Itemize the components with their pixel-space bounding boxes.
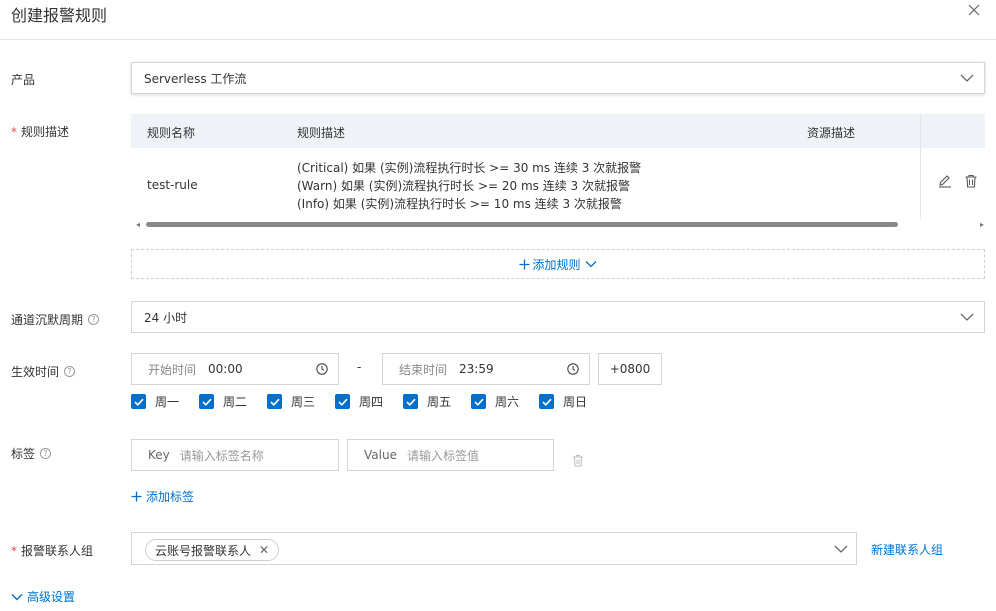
contact-chip: 云账号报警联系人 ✕ — [145, 539, 280, 561]
horizontal-scrollbar[interactable]: ◂ ▸ — [136, 220, 984, 229]
rule-name-cell: test-rule — [147, 178, 198, 192]
add-tag-label: 添加标签 — [146, 490, 195, 504]
checkbox-label: 周日 — [563, 395, 588, 409]
scroll-right-icon[interactable]: ▸ — [980, 220, 984, 229]
product-label: 产品 — [11, 73, 36, 87]
plus-icon — [131, 491, 142, 502]
effective-label: 生效时间 ? — [11, 363, 76, 380]
contacts-label: * 报警联系人组 — [11, 543, 94, 559]
dialog-header: 创建报警规则 — [0, 0, 996, 40]
checkbox-tuesday[interactable]: 周二 — [199, 393, 247, 410]
checkbox-checked-icon — [199, 394, 214, 409]
timezone-value: +0800 — [609, 362, 651, 376]
delete-tag-icon[interactable] — [572, 454, 584, 467]
table-header: 规则名称 规则描述 资源描述 — [131, 114, 985, 148]
add-tag-link[interactable]: 添加标签 — [131, 488, 194, 505]
product-select-value: Serverless 工作流 — [144, 71, 247, 86]
table-row: test-rule (Critical) 如果 (实例)流程执行时长 >= 30… — [131, 148, 985, 219]
col-header-name: 规则名称 — [147, 126, 196, 140]
silence-select-value: 24 小时 — [144, 310, 188, 325]
help-icon[interactable]: ? — [40, 448, 52, 459]
scrollbar-thumb[interactable] — [146, 222, 898, 227]
product-select[interactable]: Serverless 工作流 — [131, 62, 985, 94]
tags-label: 标签 ? — [11, 445, 52, 462]
checkbox-label: 周一 — [155, 395, 180, 409]
actions-header — [921, 114, 985, 148]
scroll-left-icon[interactable]: ◂ — [136, 220, 140, 229]
chevron-down-icon — [960, 313, 974, 321]
checkbox-checked-icon — [539, 394, 554, 409]
checkbox-label: 周三 — [291, 395, 316, 409]
start-time-placeholder: 开始时间 — [148, 362, 197, 377]
checkbox-wednesday[interactable]: 周三 — [267, 393, 315, 410]
chevron-down-icon — [960, 74, 974, 82]
checkbox-thursday[interactable]: 周四 — [335, 393, 383, 410]
remove-chip-icon[interactable]: ✕ — [259, 543, 269, 557]
col-header-desc: 规则描述 — [297, 126, 346, 140]
start-time-value: 00:00 — [208, 362, 243, 376]
checkbox-label: 周五 — [427, 395, 452, 409]
rule-desc-line: (Warn) 如果 (实例)流程执行时长 >= 20 ms 连续 3 次就报警 — [297, 179, 630, 193]
add-rule-button[interactable]: 添加规则 — [131, 249, 985, 279]
new-contact-group-label: 新建联系人组 — [871, 543, 944, 557]
timezone-select[interactable]: +0800 — [598, 353, 662, 385]
checkbox-label: 周二 — [223, 395, 248, 409]
add-rule-label: 添加规则 — [532, 257, 581, 272]
checkbox-monday[interactable]: 周一 — [131, 393, 179, 410]
checkbox-saturday[interactable]: 周六 — [471, 393, 519, 410]
contact-chip-label: 云账号报警联系人 — [155, 543, 252, 558]
tag-value-label: Value — [364, 448, 397, 462]
checkbox-checked-icon — [335, 394, 350, 409]
required-mark: * — [11, 124, 17, 139]
chevron-down-icon — [11, 593, 23, 600]
dialog-title: 创建报警规则 — [11, 6, 108, 25]
checkbox-label: 周六 — [495, 395, 520, 409]
time-separator: - — [357, 360, 362, 374]
tag-value-placeholder: 请输入标签值 — [406, 448, 479, 463]
advanced-settings-label: 高级设置 — [27, 590, 76, 604]
checkbox-label: 周四 — [359, 395, 384, 409]
silence-select[interactable]: 24 小时 — [131, 301, 985, 333]
checkbox-checked-icon — [131, 394, 146, 409]
clock-icon — [316, 363, 328, 375]
rule-desc-line: (Info) 如果 (实例)流程执行时长 >= 10 ms 连续 3 次就报警 — [297, 197, 622, 211]
clock-icon — [567, 363, 579, 375]
tag-key-input[interactable]: Key 请输入标签名称 — [131, 439, 339, 471]
checkbox-friday[interactable]: 周五 — [403, 393, 451, 410]
close-icon[interactable] — [966, 2, 982, 18]
edit-icon[interactable] — [938, 174, 952, 188]
checkbox-checked-icon — [471, 394, 486, 409]
end-time-value: 23:59 — [459, 362, 494, 376]
checkbox-checked-icon — [403, 394, 418, 409]
help-icon[interactable]: ? — [88, 314, 100, 325]
rules-label: * 规则描述 — [11, 124, 70, 140]
plus-icon — [519, 259, 530, 269]
tag-key-placeholder: 请输入标签名称 — [179, 448, 264, 463]
rules-table: 规则名称 规则描述 资源描述 test-rule (Critical) 如果 (… — [131, 114, 985, 219]
required-mark: * — [11, 543, 17, 558]
contact-group-select[interactable]: 云账号报警联系人 ✕ — [131, 532, 857, 565]
rule-desc-line: (Critical) 如果 (实例)流程执行时长 >= 30 ms 连续 3 次… — [297, 161, 642, 175]
checkbox-sunday[interactable]: 周日 — [539, 393, 587, 410]
chevron-down-icon — [585, 261, 596, 268]
end-time-placeholder: 结束时间 — [399, 362, 448, 377]
checkbox-checked-icon — [267, 394, 282, 409]
tag-key-label: Key — [148, 448, 170, 462]
tag-value-input[interactable]: Value 请输入标签值 — [347, 439, 554, 471]
col-header-resource: 资源描述 — [807, 126, 856, 140]
new-contact-group-link[interactable]: 新建联系人组 — [871, 541, 943, 558]
advanced-settings-toggle[interactable]: 高级设置 — [11, 588, 75, 605]
start-time-picker[interactable]: 开始时间 00:00 — [131, 353, 339, 385]
end-time-picker[interactable]: 结束时间 23:59 — [382, 353, 590, 385]
delete-icon[interactable] — [964, 174, 978, 188]
silence-label: 通道沉默周期 ? — [11, 311, 100, 328]
help-icon[interactable]: ? — [64, 366, 76, 377]
actions-column — [920, 114, 985, 219]
chevron-down-icon — [834, 545, 848, 553]
